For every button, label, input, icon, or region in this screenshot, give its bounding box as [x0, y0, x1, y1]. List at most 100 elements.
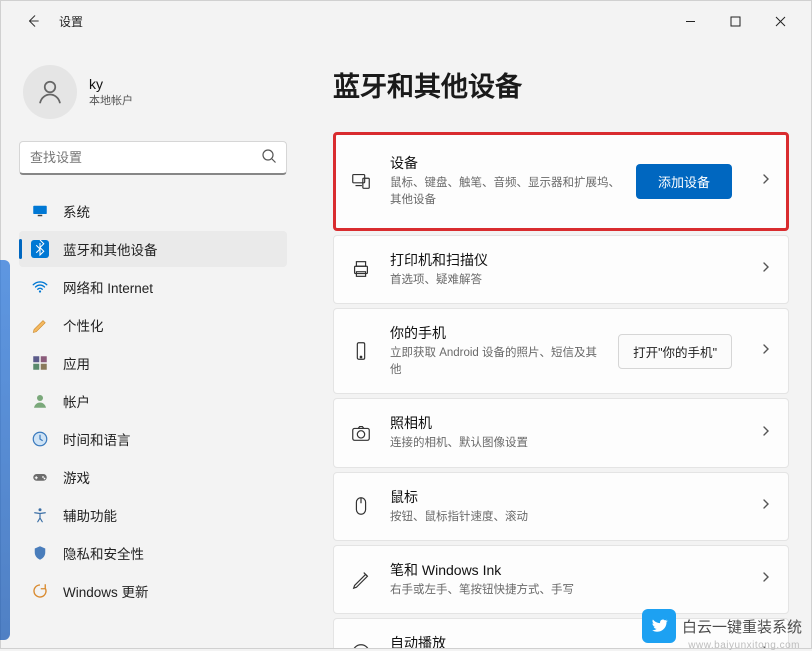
setting-card-camera[interactable]: 照相机连接的相机、默认图像设置: [333, 398, 789, 467]
card-title: 鼠标: [390, 487, 732, 507]
chevron-right-icon: [760, 570, 772, 588]
wifi-icon: [31, 278, 49, 296]
card-title: 照相机: [390, 413, 732, 433]
sidebar-item-label: 系统: [63, 201, 90, 221]
card-sub: 连接的相机、默认图像设置: [390, 435, 732, 452]
sidebar-item-personalize[interactable]: 个性化: [19, 307, 287, 343]
card-sub: 右手或左手、笔按钮快捷方式、手写: [390, 582, 732, 599]
chevron-right-icon: [760, 342, 772, 360]
sidebar-item-label: 游戏: [63, 467, 90, 487]
devices-icon: [348, 170, 374, 192]
system-icon: [31, 202, 49, 220]
sidebar-item-label: Windows 更新: [63, 581, 149, 601]
personalize-icon: [31, 316, 49, 334]
time-icon: [31, 430, 49, 448]
setting-card-phone[interactable]: 你的手机立即获取 Android 设备的照片、短信及其他打开"你的手机": [333, 308, 789, 395]
close-icon: [775, 16, 786, 27]
wallpaper-edge: [0, 260, 10, 640]
privacy-icon: [31, 544, 49, 562]
phone-action-button[interactable]: 打开"你的手机": [618, 334, 732, 369]
sidebar-item-accessibility[interactable]: 辅助功能: [19, 497, 287, 533]
chevron-right-icon: [760, 424, 772, 442]
card-body: 你的手机立即获取 Android 设备的照片、短信及其他: [390, 323, 602, 380]
close-button[interactable]: [758, 5, 803, 37]
accounts-icon: [31, 392, 49, 410]
account-sub: 本地帐户: [89, 92, 133, 108]
card-body: 鼠标按钮、鼠标指针速度、滚动: [390, 487, 732, 526]
page-title: 蓝牙和其他设备: [333, 65, 789, 104]
window-controls: [668, 5, 803, 37]
sidebar-item-label: 时间和语言: [63, 429, 131, 449]
devices-action-button[interactable]: 添加设备: [636, 164, 732, 199]
maximize-icon: [730, 16, 741, 27]
content-area: ky 本地帐户 系统蓝牙和其他设备网络和 Internet个性化应用帐户时间和语…: [1, 41, 811, 648]
settings-cards: 设备鼠标、键盘、触笔、音频、显示器和扩展坞、其他设备添加设备打印机和扫描仪首选项…: [333, 132, 789, 648]
search-input[interactable]: [19, 141, 287, 175]
card-body: 自动播放可移动驱动器和内存的默认设置: [390, 633, 732, 648]
sidebar-item-time[interactable]: 时间和语言: [19, 421, 287, 457]
minimize-button[interactable]: [668, 5, 713, 37]
sidebar-item-label: 应用: [63, 353, 90, 373]
sidebar-item-label: 个性化: [63, 315, 104, 335]
back-button[interactable]: [19, 7, 47, 35]
sidebar-item-label: 隐私和安全性: [63, 543, 144, 563]
account-text: ky 本地帐户: [89, 76, 133, 108]
card-title: 打印机和扫描仪: [390, 250, 732, 270]
main-panel: 蓝牙和其他设备 设备鼠标、键盘、触笔、音频、显示器和扩展坞、其他设备添加设备打印…: [301, 41, 811, 648]
account-block[interactable]: ky 本地帐户: [23, 65, 283, 119]
sidebar-item-privacy[interactable]: 隐私和安全性: [19, 535, 287, 571]
setting-card-printer[interactable]: 打印机和扫描仪首选项、疑难解答: [333, 235, 789, 304]
search-box: [19, 141, 287, 175]
card-sub: 首选项、疑难解答: [390, 272, 732, 289]
sidebar: ky 本地帐户 系统蓝牙和其他设备网络和 Internet 个性化应用帐户时间和语…: [1, 41, 301, 648]
card-title: 笔和 Windows Ink: [390, 560, 732, 580]
sidebar-item-label: 辅助功能: [63, 505, 117, 525]
bluetooth-icon: [31, 240, 49, 258]
setting-card-pen[interactable]: 笔和 Windows Ink 右手或左手、笔按钮快捷方式、手写: [333, 545, 789, 614]
sidebar-item-gaming[interactable]: 游戏: [19, 459, 287, 495]
mouse-icon: [348, 495, 374, 517]
sidebar-item-bluetooth[interactable]: 蓝牙和其他设备: [19, 231, 287, 267]
card-title: 自动播放: [390, 633, 732, 648]
autoplay-icon: [348, 642, 374, 648]
person-icon: [35, 77, 65, 107]
card-title: 你的手机: [390, 323, 602, 343]
sidebar-item-label: 帐户: [63, 391, 90, 411]
update-icon: [31, 582, 49, 600]
account-name: ky: [89, 76, 133, 92]
app-title: 设置: [59, 13, 83, 30]
avatar: [23, 65, 77, 119]
settings-window: 设置 ky 本地帐户 系统蓝牙和: [0, 0, 812, 649]
card-body: 打印机和扫描仪首选项、疑难解答: [390, 250, 732, 289]
pen-icon: [348, 568, 374, 590]
sidebar-item-apps[interactable]: 应用: [19, 345, 287, 381]
gaming-icon: [31, 468, 49, 486]
sidebar-item-label: 蓝牙和其他设备: [63, 239, 158, 259]
card-body: 笔和 Windows Ink 右手或左手、笔按钮快捷方式、手写: [390, 560, 732, 599]
maximize-button[interactable]: [713, 5, 758, 37]
search-icon: [261, 148, 277, 169]
chevron-right-icon: [760, 497, 772, 515]
nav-list: 系统蓝牙和其他设备网络和 Internet 个性化应用帐户时间和语言游戏辅助功能隐…: [19, 193, 287, 609]
card-sub: 立即获取 Android 设备的照片、短信及其他: [390, 345, 602, 380]
setting-card-mouse[interactable]: 鼠标按钮、鼠标指针速度、滚动: [333, 472, 789, 541]
sidebar-item-update[interactable]: Windows 更新: [19, 573, 287, 609]
sidebar-item-label: 网络和 Internet: [63, 277, 153, 297]
card-title: 设备: [390, 153, 620, 173]
card-body: 照相机连接的相机、默认图像设置: [390, 413, 732, 452]
sidebar-item-accounts[interactable]: 帐户: [19, 383, 287, 419]
card-sub: 按钮、鼠标指针速度、滚动: [390, 509, 732, 526]
sidebar-item-system[interactable]: 系统: [19, 193, 287, 229]
setting-card-devices[interactable]: 设备鼠标、键盘、触笔、音频、显示器和扩展坞、其他设备添加设备: [333, 132, 789, 231]
chevron-right-icon: [760, 172, 772, 190]
printer-icon: [348, 258, 374, 280]
accessibility-icon: [31, 506, 49, 524]
chevron-right-icon: [760, 260, 772, 278]
camera-icon: [348, 422, 374, 444]
arrow-left-icon: [26, 14, 40, 28]
card-body: 设备鼠标、键盘、触笔、音频、显示器和扩展坞、其他设备: [390, 153, 620, 210]
titlebar: 设置: [1, 1, 811, 41]
watermark-url: www.baiyunxitong.com: [688, 640, 800, 651]
card-sub: 鼠标、键盘、触笔、音频、显示器和扩展坞、其他设备: [390, 175, 620, 210]
sidebar-item-wifi[interactable]: 网络和 Internet: [19, 269, 287, 305]
